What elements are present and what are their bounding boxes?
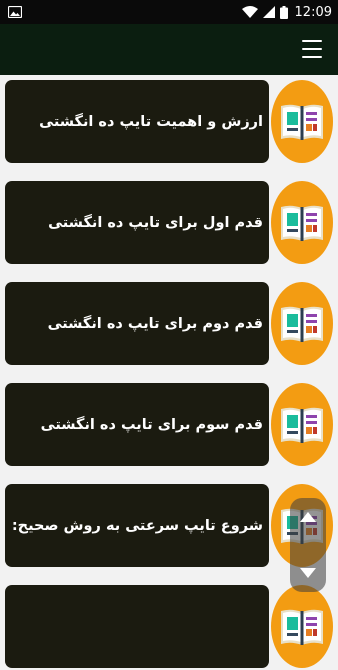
item-label: ارزش و اهمیت تایپ ده انگشتی: [39, 113, 263, 130]
scroll-down-arrow-icon: [300, 568, 316, 578]
book-icon: [281, 609, 323, 645]
item-label: شروع تایپ سرعتی به روش صحیح:: [11, 517, 263, 534]
status-time: 12:09: [294, 4, 332, 20]
item-avatar: [271, 80, 333, 163]
list-item[interactable]: قدم اول برای تایپ ده انگشتی: [0, 176, 338, 266]
item-label: قدم دوم برای تایپ ده انگشتی: [47, 315, 263, 332]
list-item[interactable]: [0, 580, 338, 670]
book-icon: [281, 104, 323, 140]
item-card[interactable]: [5, 585, 269, 668]
item-avatar: [271, 585, 333, 668]
book-icon: [281, 407, 323, 443]
book-icon: [281, 306, 323, 342]
item-avatar: [271, 181, 333, 264]
scroll-up-arrow-icon: [300, 512, 316, 522]
item-card[interactable]: قدم اول برای تایپ ده انگشتی: [5, 181, 269, 264]
image-icon: [8, 6, 22, 18]
item-card[interactable]: قدم سوم برای تایپ ده انگشتی: [5, 383, 269, 466]
item-card[interactable]: شروع تایپ سرعتی به روش صحیح:: [5, 484, 269, 567]
battery-icon: [279, 5, 288, 19]
list-item[interactable]: ارزش و اهمیت تایپ ده انگشتی: [0, 75, 338, 165]
item-avatar: [271, 282, 333, 365]
hamburger-menu-icon[interactable]: [302, 40, 322, 58]
item-label: قدم سوم برای تایپ ده انگشتی: [40, 416, 263, 433]
item-card[interactable]: قدم دوم برای تایپ ده انگشتی: [5, 282, 269, 365]
item-label: قدم اول برای تایپ ده انگشتی: [48, 214, 263, 231]
item-avatar: [271, 383, 333, 466]
app-bar: [0, 24, 338, 75]
list-item[interactable]: قدم دوم برای تایپ ده انگشتی: [0, 277, 338, 367]
wifi-icon: [241, 6, 258, 18]
status-bar: 12:09: [0, 0, 338, 24]
list-item[interactable]: شروع تایپ سرعتی به روش صحیح:: [0, 479, 338, 569]
signal-icon: [262, 6, 275, 18]
fast-scroll-handle[interactable]: [290, 498, 326, 592]
list-item[interactable]: قدم سوم برای تایپ ده انگشتی: [0, 378, 338, 468]
item-card[interactable]: ارزش و اهمیت تایپ ده انگشتی: [5, 80, 269, 163]
book-icon: [281, 205, 323, 241]
